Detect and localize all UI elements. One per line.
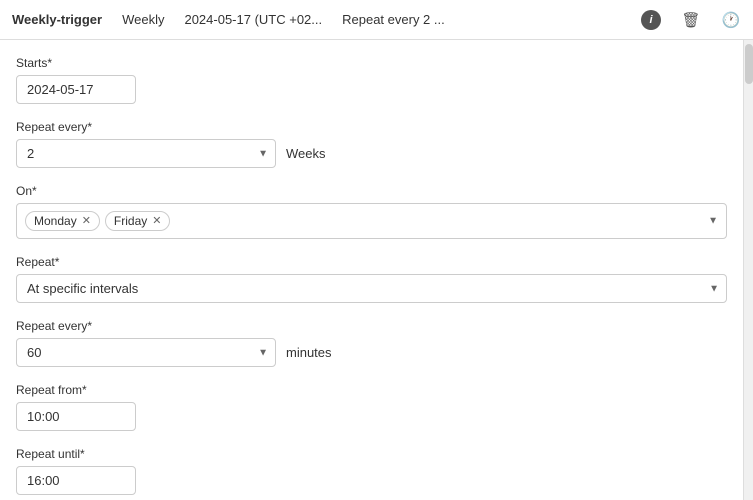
repeat-every-weeks-label: Repeat every* [16,120,727,134]
trigger-repeat-summary: Repeat every 2 ... [342,12,445,27]
repeat-every-weeks-select-wrapper: 2 1 3 4 ▼ [16,139,276,168]
repeat-every-minutes-unit: minutes [286,345,332,360]
on-group: On* Monday ✕ Friday ✕ ▼ [16,184,727,239]
on-tags-container[interactable]: Monday ✕ Friday ✕ ▼ [16,203,727,239]
on-tags-chevron: ▼ [708,216,718,227]
history-icon[interactable]: 🕐 [721,10,741,30]
repeat-every-minutes-label: Repeat every* [16,319,727,333]
repeat-every-weeks-inline: 2 1 3 4 ▼ Weeks [16,139,727,168]
trigger-type: Weekly [122,12,164,27]
repeat-from-input[interactable] [16,402,136,431]
repeat-from-group: Repeat from* [16,383,727,431]
trigger-date: 2024-05-17 (UTC +02... [184,12,322,27]
repeat-every-minutes-select-wrapper: 60 15 30 45 120 ▼ [16,338,276,367]
repeat-every-minutes-inline: 60 15 30 45 120 ▼ minutes [16,338,727,367]
repeat-group: Repeat* At specific intervals At specifi… [16,255,727,303]
trigger-name: Weekly-trigger [12,12,102,27]
on-tag-monday: Monday ✕ [25,211,100,231]
repeat-every-minutes-group: Repeat every* 60 15 30 45 120 ▼ minutes [16,319,727,367]
delete-icon[interactable]: 🗑 [681,10,701,30]
repeat-every-weeks-unit: Weeks [286,146,326,161]
repeat-until-group: Repeat until* [16,447,727,495]
form-area: Starts* Repeat every* 2 1 3 4 ▼ Weeks [0,40,743,500]
starts-label: Starts* [16,56,727,70]
on-tag-monday-remove[interactable]: ✕ [82,216,91,227]
scrollbar[interactable] [743,40,753,500]
info-icon[interactable]: i [641,10,661,30]
repeat-label: Repeat* [16,255,727,269]
content-area: Starts* Repeat every* 2 1 3 4 ▼ Weeks [0,40,753,500]
repeat-every-weeks-group: Repeat every* 2 1 3 4 ▼ Weeks [16,120,727,168]
starts-group: Starts* [16,56,727,104]
repeat-select[interactable]: At specific intervals At specific times … [16,274,727,303]
starts-input[interactable] [16,75,136,104]
header-bar: Weekly-trigger Weekly 2024-05-17 (UTC +0… [0,0,753,40]
on-label: On* [16,184,727,198]
repeat-until-label: Repeat until* [16,447,727,461]
repeat-every-minutes-select[interactable]: 60 15 30 45 120 [16,338,276,367]
repeat-every-weeks-select[interactable]: 2 1 3 4 [16,139,276,168]
on-tag-friday-remove[interactable]: ✕ [152,216,161,227]
on-tag-friday-label: Friday [114,214,147,228]
on-tag-friday: Friday ✕ [105,211,171,231]
scrollbar-thumb[interactable] [745,44,753,84]
repeat-until-input[interactable] [16,466,136,495]
repeat-select-wrapper: At specific intervals At specific times … [16,274,727,303]
on-tag-monday-label: Monday [34,214,77,228]
repeat-from-label: Repeat from* [16,383,727,397]
